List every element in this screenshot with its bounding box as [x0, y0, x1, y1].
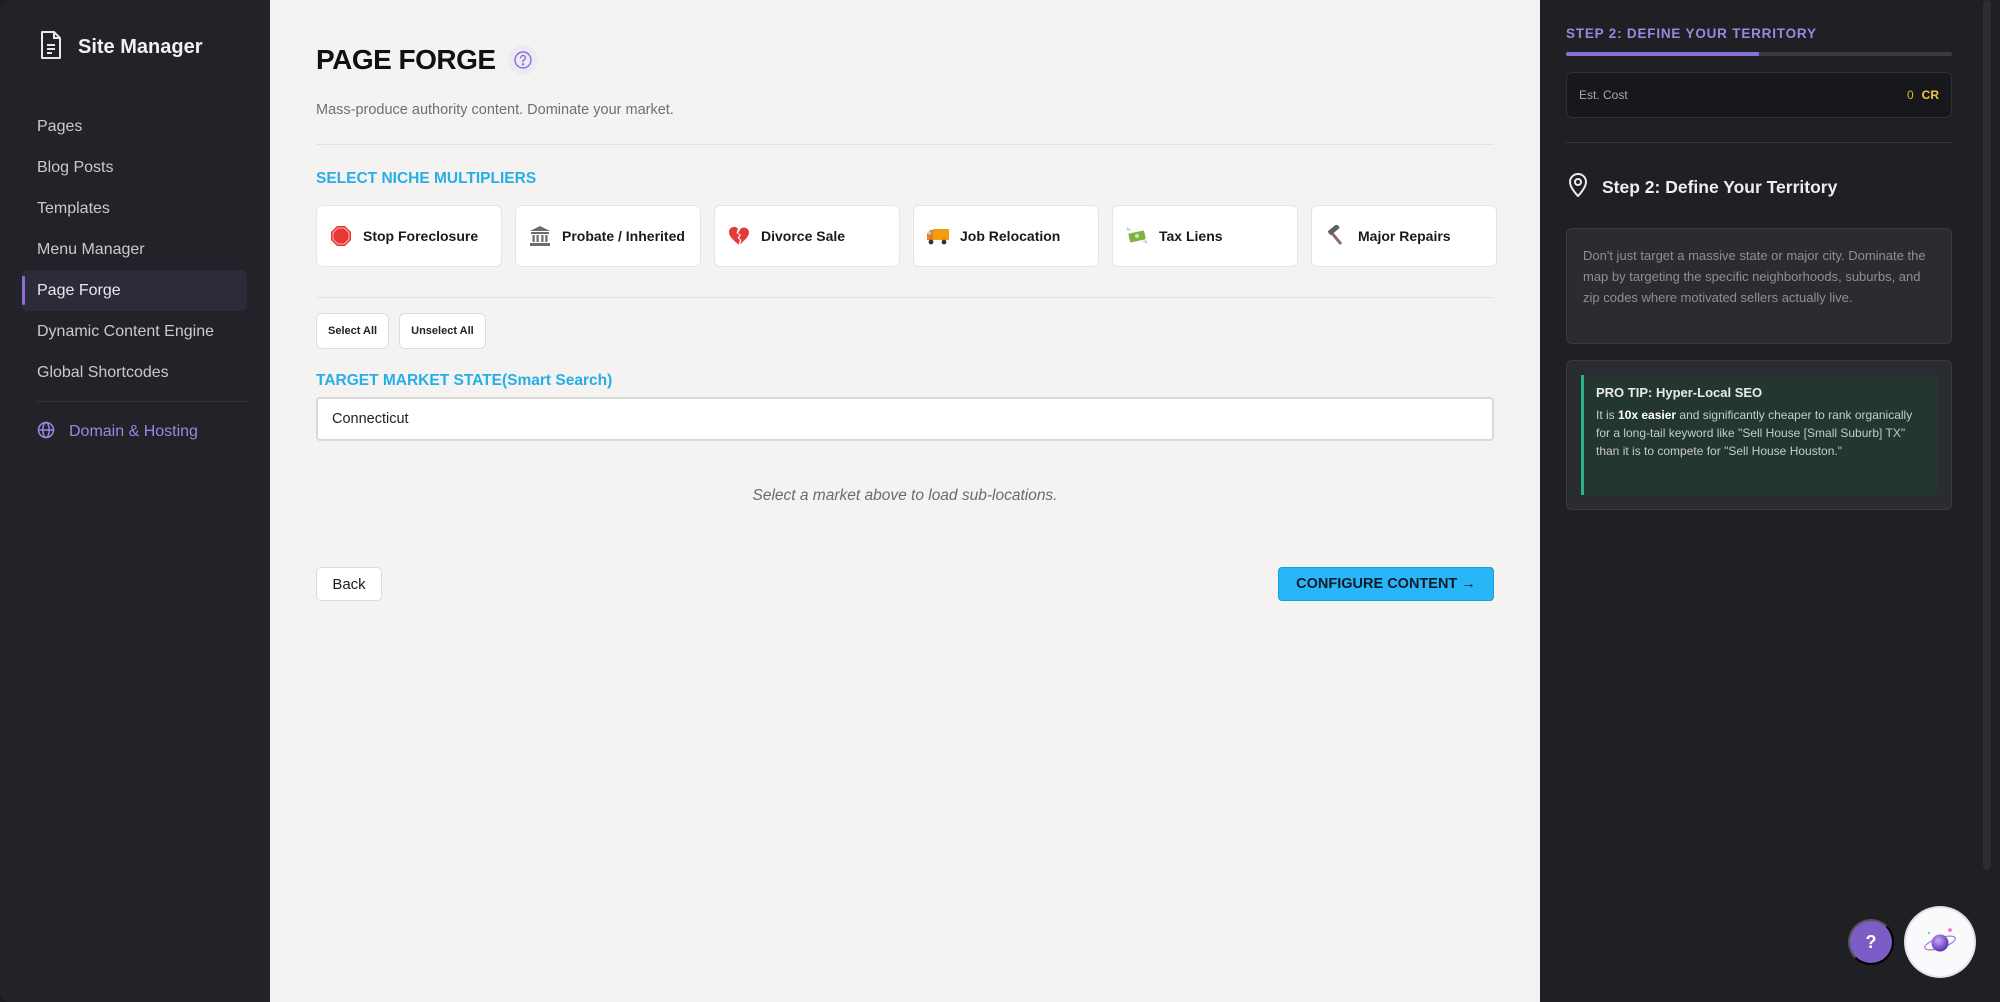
stop-sign-icon	[329, 224, 353, 248]
pro-tip-text-pre: It is	[1596, 408, 1619, 422]
niche-label: Probate / Inherited	[562, 228, 685, 244]
hammer-icon	[1324, 224, 1348, 248]
page-subtitle: Mass-produce authority content. Dominate…	[316, 102, 674, 118]
niche-card-probate-inherited[interactable]: Probate / Inherited	[515, 205, 701, 267]
brand[interactable]: Site Manager	[38, 30, 202, 65]
sidebar-item-menu-manager[interactable]: Menu Manager	[22, 229, 247, 270]
sidebar-divider	[37, 401, 247, 402]
panel-divider	[1566, 142, 1952, 143]
sidebar-item-label: Dynamic Content Engine	[37, 322, 214, 340]
target-state-label: TARGET MARKET STATE(Smart Search)	[316, 372, 613, 389]
help-circle-button[interactable]	[507, 45, 538, 75]
question-icon	[513, 51, 532, 69]
assistant-orb-button[interactable]	[1906, 908, 1974, 976]
step-panel: STEP 2: DEFINE YOUR TERRITORY Est. Cost …	[1540, 0, 2000, 1002]
niche-section-label: SELECT NICHE MULTIPLIERS	[316, 170, 537, 187]
step-heading: Step 2: Define Your Territory	[1566, 172, 1837, 203]
niche-card-major-repairs[interactable]: Major Repairs	[1311, 205, 1497, 267]
sidebar-item-dynamic-content-engine[interactable]: Dynamic Content Engine	[22, 311, 247, 352]
sidebar-item-label: Domain & Hosting	[69, 423, 198, 440]
back-button[interactable]: Back	[316, 567, 382, 601]
niche-card-tax-liens[interactable]: Tax Liens	[1112, 205, 1298, 267]
sidebar-item-domain-hosting[interactable]: Domain & Hosting	[22, 410, 247, 454]
sidebar: Site Manager Pages Blog Posts Templates …	[0, 0, 270, 1002]
niche-card-job-relocation[interactable]: Job Relocation	[913, 205, 1099, 267]
sidebar-item-label: Templates	[37, 199, 110, 217]
niche-label: Tax Liens	[1159, 228, 1223, 244]
document-icon	[38, 30, 64, 65]
niche-label: Stop Foreclosure	[363, 228, 479, 244]
sidebar-item-label: Global Shortcodes	[37, 363, 169, 381]
niche-label: Divorce Sale	[761, 228, 846, 244]
target-state-input[interactable]	[316, 397, 1494, 441]
territory-info-box: Don't just target a massive state or maj…	[1566, 228, 1952, 344]
moving-truck-icon	[926, 224, 950, 248]
pro-tip-title: PRO TIP: Hyper-Local SEO	[1596, 385, 1763, 400]
pro-tip-box: PRO TIP: Hyper-Local SEO It is 10x easie…	[1566, 360, 1952, 510]
page-title: PAGE FORGE	[316, 44, 496, 75]
est-cost-value: 0	[1906, 88, 1914, 102]
select-all-button[interactable]: Select All	[316, 313, 390, 349]
brand-title: Site Manager	[78, 36, 203, 58]
configure-content-button[interactable]: CONFIGURE CONTENT →	[1278, 567, 1494, 601]
niche-label: Job Relocation	[960, 228, 1061, 244]
sidebar-item-label: Menu Manager	[37, 240, 145, 258]
pro-tip-callout: PRO TIP: Hyper-Local SEO It is 10x easie…	[1581, 375, 1937, 495]
sidebar-item-label: Page Forge	[37, 281, 121, 299]
sidebar-item-label: Pages	[37, 117, 83, 135]
title-row: PAGE FORGE	[316, 44, 538, 76]
step-progress-bar	[1566, 52, 1952, 56]
step-progress-fill	[1566, 52, 1759, 56]
sidebar-item-blog-posts[interactable]: Blog Posts	[22, 147, 247, 188]
niche-label: Major Repairs	[1358, 228, 1451, 244]
step-heading-text: Step 2: Define Your Territory	[1602, 177, 1838, 197]
pro-tip-text: It is 10x easier and significantly cheap…	[1596, 406, 1925, 460]
map-pin-icon	[1566, 172, 1590, 203]
planet-orb-icon	[1924, 928, 1956, 952]
niche-card-stop-foreclosure[interactable]: Stop Foreclosure	[316, 205, 502, 267]
selection-controls: Select All Unselect All	[316, 313, 486, 349]
est-cost-box: Est. Cost 0 CR	[1566, 72, 1952, 118]
pro-tip-text-bold: 10x easier	[1618, 408, 1677, 422]
niche-multipliers: Stop Foreclosure Probate / Inherited Div…	[316, 205, 1497, 267]
globe-icon	[37, 421, 55, 444]
help-fab-button[interactable]: ?	[1848, 919, 1894, 965]
sidebar-item-pages[interactable]: Pages	[22, 106, 247, 147]
main-content: PAGE FORGE Mass-produce authority conten…	[270, 0, 1540, 1002]
sidebar-nav: Pages Blog Posts Templates Menu Manager …	[22, 106, 247, 454]
divider	[316, 297, 1494, 298]
niche-card-divorce-sale[interactable]: Divorce Sale	[714, 205, 900, 267]
sidebar-item-page-forge[interactable]: Page Forge	[22, 270, 247, 311]
money-wings-icon	[1125, 224, 1149, 248]
step-label: STEP 2: DEFINE YOUR TERRITORY	[1566, 26, 1817, 41]
est-cost-label: Est. Cost	[1579, 88, 1628, 102]
sidebar-item-label: Blog Posts	[37, 158, 114, 176]
sidebar-item-templates[interactable]: Templates	[22, 188, 247, 229]
panel-scrollbar[interactable]	[1983, 0, 1991, 870]
sidebar-item-global-shortcodes[interactable]: Global Shortcodes	[22, 352, 247, 393]
divider	[316, 144, 1494, 145]
classical-building-icon	[528, 224, 552, 248]
app-window: Site Manager Pages Blog Posts Templates …	[0, 0, 2000, 1002]
unselect-all-button[interactable]: Unselect All	[399, 313, 486, 349]
sub-location-hint: Select a market above to load sub-locati…	[752, 487, 1058, 504]
est-cost-unit: CR	[1921, 88, 1939, 102]
broken-heart-icon	[727, 224, 751, 248]
